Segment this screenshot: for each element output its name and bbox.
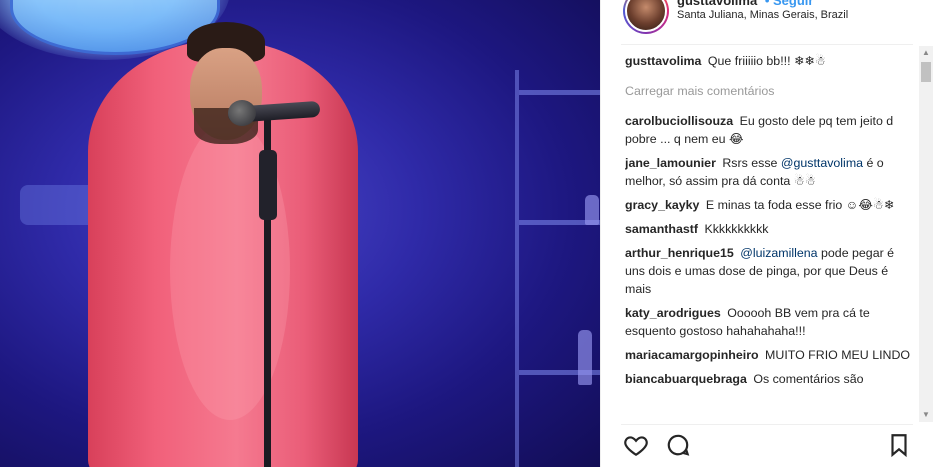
bookmark-icon [891, 434, 907, 458]
comment-text: Kkkkkkkkkk [704, 222, 769, 236]
location-link[interactable]: Santa Juliana, Minas Gerais, Brazil [677, 9, 848, 21]
comment-username[interactable]: carolbuciollisouza [625, 114, 733, 128]
background-bottle [585, 195, 599, 225]
comment-item: carolbuciollisouza Eu gosto dele pq tem … [625, 112, 913, 148]
post-side-panel: gusttavolima • Seguir Santa Juliana, Min… [600, 0, 934, 467]
header-username-row: gusttavolima • Seguir [677, 0, 813, 8]
scrollbar-thumb[interactable] [921, 62, 931, 82]
background-bottle [578, 330, 592, 385]
comment-mention[interactable]: @luizamillena [740, 246, 817, 260]
comment-item: samanthastf Kkkkkkkkkk [625, 220, 913, 238]
comments-list: gusttavolima Que friiiiio bb!!! ❄❄☃ Carr… [625, 52, 913, 420]
comment-bubble-icon [667, 434, 690, 456]
comment-text: Os comentários são [753, 372, 864, 386]
comment-item: biancabuarquebraga Os comentários são [625, 370, 913, 388]
comment-username[interactable]: biancabuarquebraga [625, 372, 747, 386]
comment-username[interactable]: mariacamargopinheiro [625, 348, 759, 362]
comment-item: arthur_henrique15 @luizamillena pode peg… [625, 244, 913, 298]
follow-button[interactable]: • Seguir [765, 0, 814, 8]
comment-username[interactable]: katy_arodrigues [625, 306, 721, 320]
comment-username[interactable]: arthur_henrique15 [625, 246, 734, 260]
microphone-clip [259, 150, 277, 220]
save-button[interactable] [886, 432, 914, 460]
comment-item: gusttavolima Que friiiiio bb!!! ❄❄☃ [625, 52, 913, 70]
post-header: gusttavolima • Seguir Santa Juliana, Min… [601, 0, 934, 44]
comment-text: E minas ta foda esse frio ☺😂☃❄ [705, 198, 895, 212]
post-actions [623, 432, 915, 462]
comment-item: katy_arodrigues Oooooh BB vem pra cá te … [625, 304, 913, 340]
header-divider [621, 44, 913, 45]
post-photo[interactable] [0, 0, 600, 467]
comment-username[interactable]: gracy_kayky [625, 198, 699, 212]
comments-scrollbar[interactable]: ▲ ▼ [919, 46, 933, 422]
comment-text: Que friiiiio bb!!! ❄❄☃ [707, 54, 826, 68]
background-shelf [515, 70, 600, 467]
comment-item: mariacamargopinheiro MUITO FRIO MEU LIND… [625, 346, 913, 364]
comment-item: jane_lamounier Rsrs esse @gusttavolima é… [625, 154, 913, 190]
comment-item: gracy_kayky E minas ta foda esse frio ☺😂… [625, 196, 913, 214]
comment-text: Rsrs esse [722, 156, 781, 170]
like-button[interactable] [623, 432, 651, 460]
header-username[interactable]: gusttavolima [677, 0, 757, 8]
comment-mention[interactable]: @gusttavolima [781, 156, 863, 170]
load-more-comments-button[interactable]: Carregar mais comentários [625, 82, 913, 100]
comment-text: MUITO FRIO MEU LINDO [765, 348, 911, 362]
actions-divider [621, 424, 913, 425]
comment-username[interactable]: jane_lamounier [625, 156, 716, 170]
microphone-head [228, 100, 256, 126]
comment-username[interactable]: gusttavolima [625, 54, 701, 68]
heart-icon [624, 436, 648, 457]
comment-button[interactable] [665, 432, 693, 460]
scroll-down-arrow-icon[interactable]: ▼ [919, 408, 933, 422]
scroll-up-arrow-icon[interactable]: ▲ [919, 46, 933, 60]
comment-username[interactable]: samanthastf [625, 222, 698, 236]
avatar[interactable] [623, 0, 669, 34]
